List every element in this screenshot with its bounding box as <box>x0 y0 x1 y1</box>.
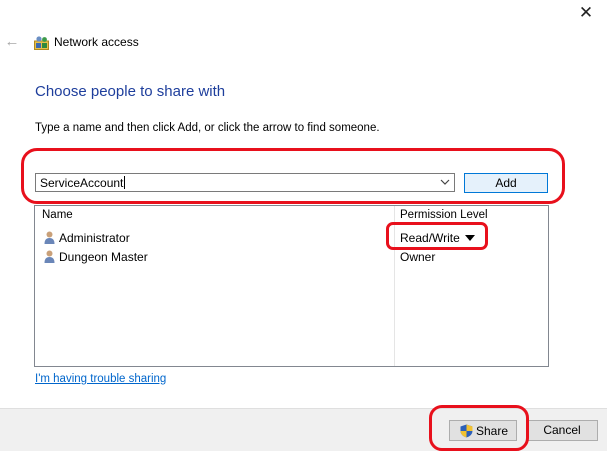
list-item[interactable]: Dungeon Master Owner <box>35 247 548 266</box>
trouble-sharing-link[interactable]: I'm having trouble sharing <box>35 373 166 385</box>
user-icon <box>44 250 55 263</box>
uac-shield-icon <box>460 424 473 438</box>
name-input[interactable]: ServiceAccount <box>40 176 126 190</box>
network-users-icon <box>34 36 49 50</box>
instructions-text: Type a name and then click Add, or click… <box>35 122 380 134</box>
list-item-name: Administrator <box>59 231 130 245</box>
permission-value: Owner <box>400 250 436 264</box>
name-input-value: ServiceAccount <box>40 176 124 190</box>
page-heading: Choose people to share with <box>35 83 226 100</box>
name-combobox[interactable]: ServiceAccount <box>35 173 455 192</box>
permission-value: Read/Write <box>400 231 460 245</box>
column-header-permission[interactable]: Permission Level <box>400 209 488 221</box>
add-button[interactable]: Add <box>464 173 548 193</box>
user-icon <box>44 231 55 244</box>
list-item-name: Dungeon Master <box>59 250 148 264</box>
back-arrow-icon[interactable]: ← <box>3 33 21 51</box>
close-icon[interactable]: ✕ <box>576 3 596 23</box>
permission-dropdown[interactable]: Read/Write <box>400 231 475 245</box>
add-button-label: Add <box>495 176 517 190</box>
window-title: Network access <box>54 35 139 49</box>
column-header-name[interactable]: Name <box>42 209 73 221</box>
dropdown-arrow-icon[interactable] <box>464 235 475 241</box>
share-list[interactable]: Name Permission Level Administrator Read… <box>34 205 549 367</box>
cancel-button[interactable]: Cancel <box>526 420 598 441</box>
text-caret <box>124 176 126 189</box>
chevron-down-icon[interactable] <box>438 175 452 190</box>
share-button[interactable]: Share <box>449 420 517 441</box>
share-button-label: Share <box>476 424 509 438</box>
list-item[interactable]: Administrator Read/Write <box>35 228 548 247</box>
